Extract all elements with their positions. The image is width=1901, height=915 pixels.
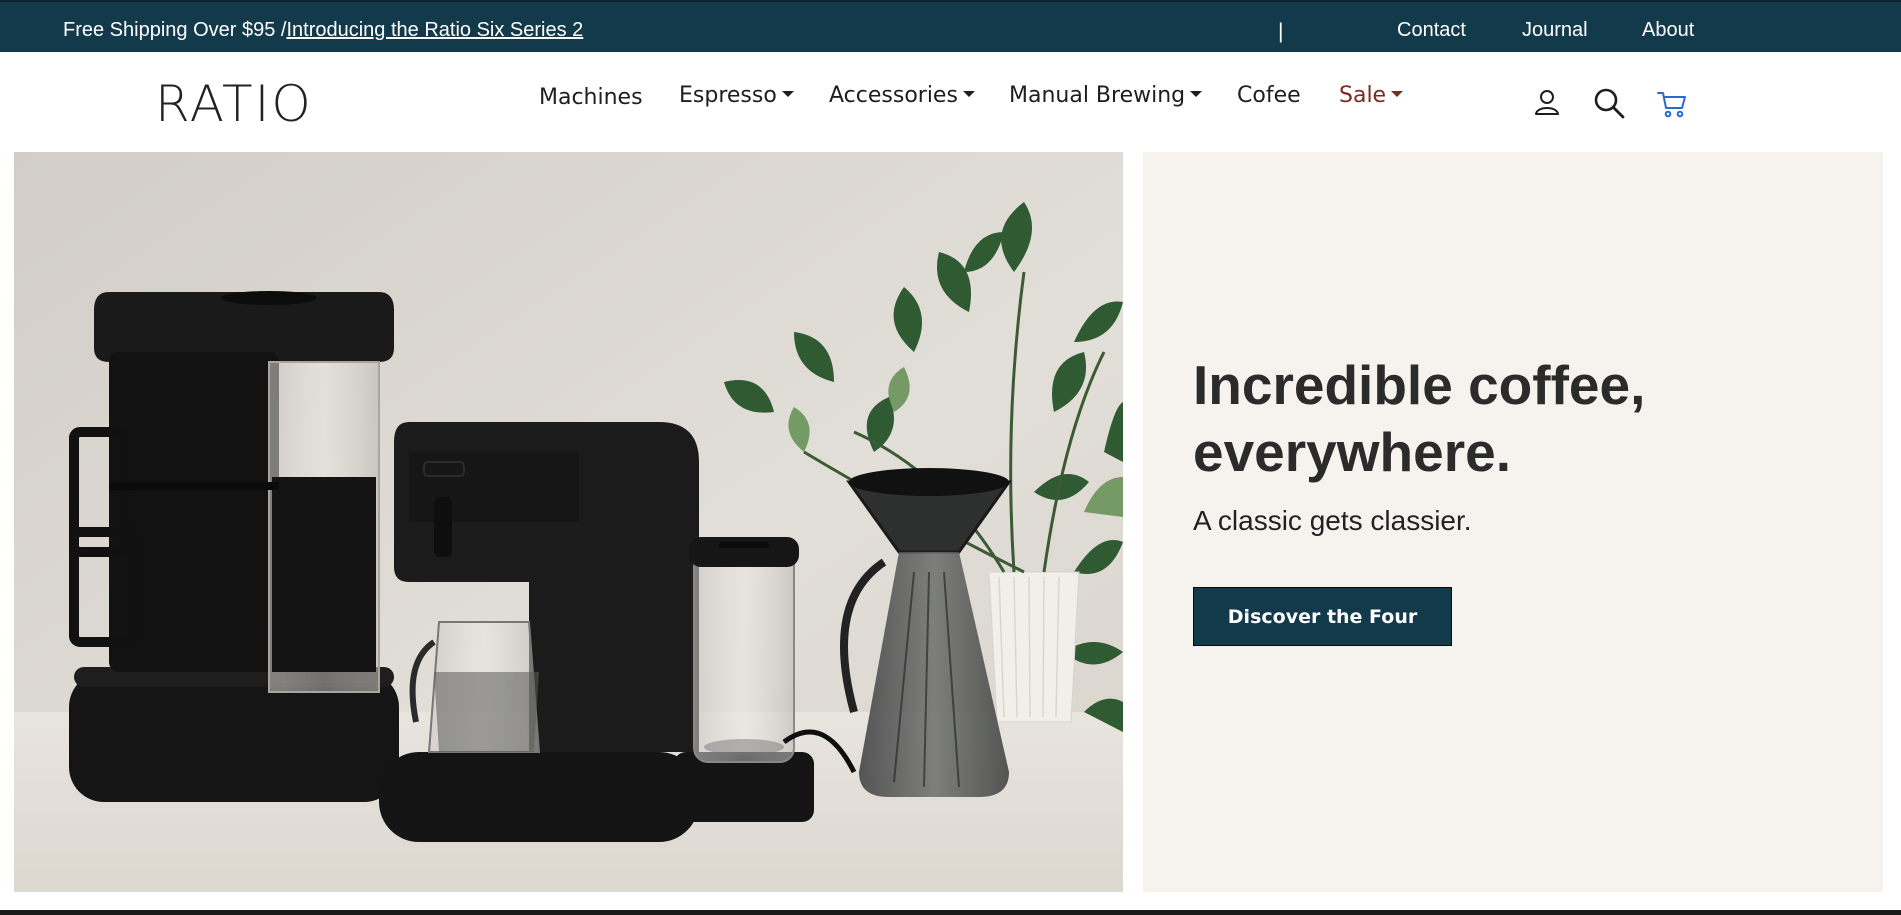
page-divider [0, 910, 1901, 915]
chevron-down-icon [1190, 91, 1203, 97]
nav-sale[interactable]: Sale [1339, 83, 1404, 108]
hero-headline: Incredible coffee, everywhere. [1193, 354, 1646, 483]
ratio-logo[interactable]: RATIO [155, 79, 313, 129]
account-icon[interactable] [1530, 86, 1564, 120]
nav-cofee-label: Cofee [1237, 83, 1301, 108]
nav-espresso[interactable]: Espresso [679, 83, 794, 108]
hero-subhead: A classic gets classier. [1193, 505, 1472, 536]
nav-accessories[interactable]: Accessories [829, 83, 975, 108]
promo-link[interactable]: Introducing the Ratio Six Series 2 [286, 19, 583, 41]
nav-espresso-label: Espresso [679, 83, 777, 108]
nav-cofee[interactable]: Cofee [1237, 83, 1301, 108]
nav-machines[interactable]: Machines [539, 85, 643, 110]
nav-manual-brewing[interactable]: Manual Brewing [1009, 83, 1203, 108]
nav-machines-label: Machines [539, 85, 643, 110]
contact-link[interactable]: Contact [1397, 19, 1466, 42]
discover-the-four-button[interactable]: Discover the Four [1193, 587, 1452, 646]
nav-accessories-label: Accessories [829, 83, 958, 108]
utility-separator: | [1278, 20, 1284, 43]
announcement-bar: Free Shipping Over $95 /Introducing the … [0, 0, 1901, 52]
site-header: RATIO Machines Espresso Accessories Manu… [0, 52, 1901, 152]
journal-link[interactable]: Journal [1522, 19, 1588, 42]
promo-banner: Free Shipping Over $95 /Introducing the … [63, 19, 583, 42]
chevron-down-icon [962, 91, 975, 97]
chevron-down-icon [781, 91, 794, 97]
hero-product-image [14, 152, 1123, 892]
cart-icon[interactable] [1655, 86, 1689, 120]
about-link[interactable]: About [1642, 19, 1694, 42]
nav-manual-brewing-label: Manual Brewing [1009, 83, 1186, 108]
chevron-down-icon [1391, 91, 1404, 97]
nav-sale-label: Sale [1339, 83, 1387, 108]
promo-text: Free Shipping Over $95 / [63, 19, 287, 41]
search-icon[interactable] [1592, 86, 1626, 120]
hero-text-panel: Incredible coffee, everywhere. A classic… [1143, 152, 1883, 892]
